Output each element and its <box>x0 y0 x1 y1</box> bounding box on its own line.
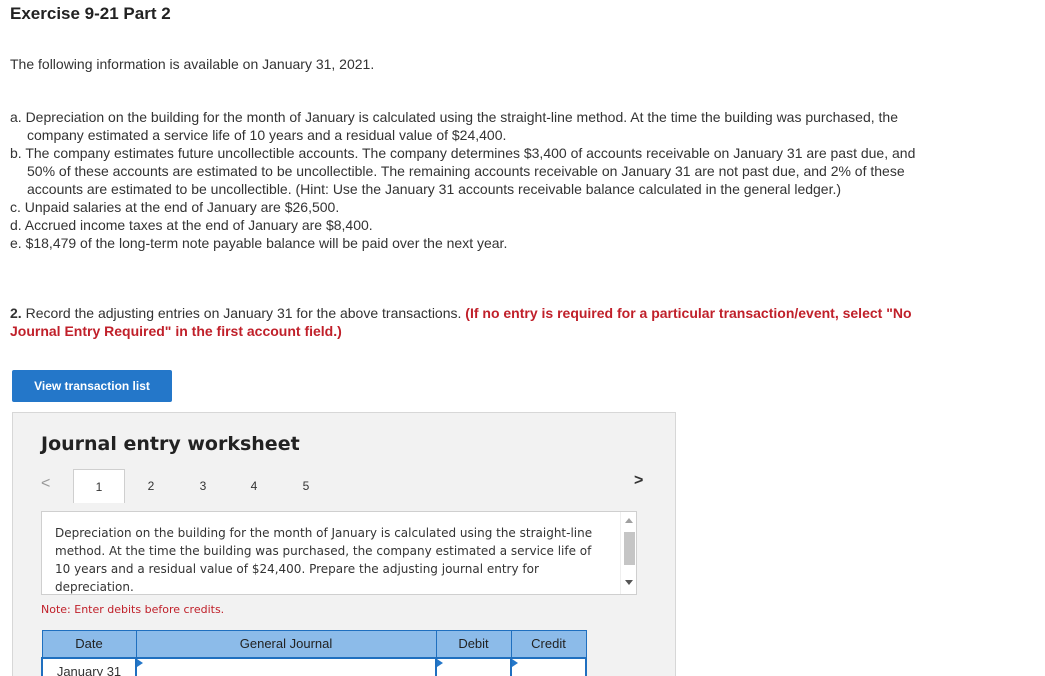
journal-table: Date General Journal Debit Credit Januar… <box>41 630 587 676</box>
transaction-item-e: e. $18,479 of the long-term note payable… <box>10 235 508 251</box>
column-header-debit: Debit <box>435 630 512 658</box>
transaction-item-d: d. Accrued income taxes at the end of Ja… <box>10 217 373 233</box>
next-arrow-icon[interactable]: > <box>634 472 643 490</box>
transaction-item-c: c. Unpaid salaries at the end of January… <box>10 199 340 215</box>
intro-text: The following information is available o… <box>10 56 375 72</box>
description-text: Depreciation on the building for the mon… <box>55 526 593 594</box>
page-title: Exercise 9-21 Part 2 <box>10 4 171 23</box>
instruction-text: Record the adjusting entries on January … <box>21 305 466 321</box>
description-box: Depreciation on the building for the mon… <box>41 511 637 595</box>
scroll-thumb[interactable] <box>624 532 635 565</box>
debit-cell[interactable] <box>435 656 512 676</box>
column-header-general-journal: General Journal <box>135 630 437 658</box>
view-transaction-list-button[interactable]: View transaction list <box>12 370 172 402</box>
field-marker-icon <box>512 658 518 667</box>
table-row: January 31 <box>41 656 587 676</box>
instruction-number: 2. <box>10 305 22 321</box>
tab-3[interactable]: 3 <box>177 469 229 503</box>
date-cell: January 31 <box>41 656 137 676</box>
transaction-list: a. Depreciation on the building for the … <box>10 108 940 252</box>
column-header-date: Date <box>41 630 137 658</box>
transaction-item-a: a. Depreciation on the building for the … <box>10 109 898 143</box>
tab-5[interactable]: 5 <box>280 469 332 503</box>
note-text: Note: Enter debits before credits. <box>41 603 225 616</box>
description-scrollbar[interactable] <box>620 512 636 594</box>
scroll-down-icon[interactable] <box>625 580 633 585</box>
instruction: 2. Record the adjusting entries on Janua… <box>10 304 950 340</box>
worksheet-title: Journal entry worksheet <box>41 433 300 455</box>
account-cell[interactable] <box>135 656 437 676</box>
transaction-item-b: b. The company estimates future uncollec… <box>10 145 916 197</box>
scroll-up-icon[interactable] <box>625 518 633 523</box>
field-marker-icon <box>437 658 443 667</box>
journal-entry-worksheet: Journal entry worksheet < 1 2 3 4 5 Depr… <box>12 412 676 676</box>
tab-2[interactable]: 2 <box>125 469 177 503</box>
tab-4[interactable]: 4 <box>228 469 280 503</box>
prev-arrow-icon[interactable]: < <box>41 475 50 493</box>
tab-1[interactable]: 1 <box>73 469 125 503</box>
field-marker-icon <box>137 658 143 667</box>
credit-cell[interactable] <box>510 656 587 676</box>
column-header-credit: Credit <box>510 630 587 658</box>
